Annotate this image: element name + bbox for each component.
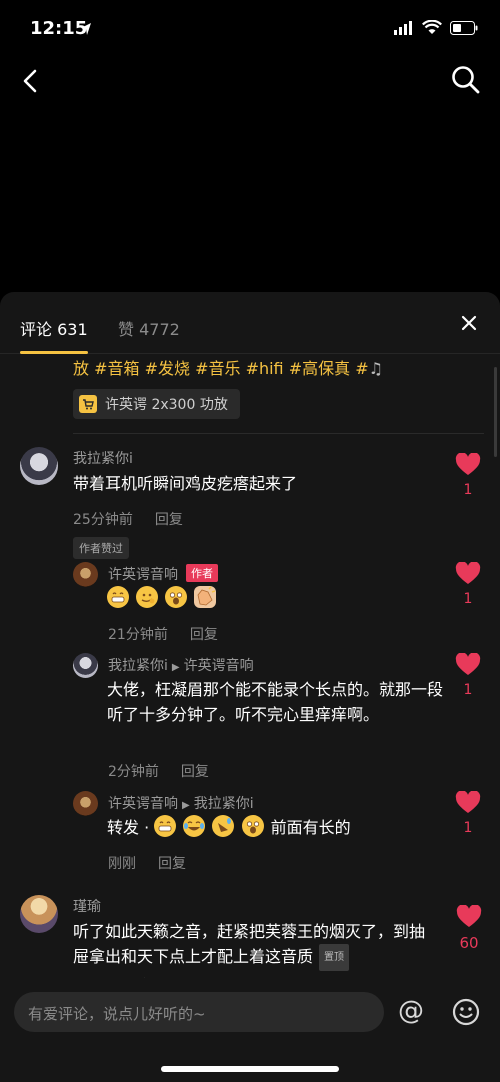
avatar[interactable] — [20, 447, 58, 485]
reply-time: 刚刚 — [108, 856, 136, 872]
tab-likes[interactable]: 赞 4772 — [118, 316, 180, 340]
cart-icon — [79, 395, 97, 413]
reply-button[interactable]: 回复 — [181, 764, 209, 780]
reply-meta: 2分钟前 回复 — [108, 761, 209, 781]
author-tag: 作者 — [186, 564, 218, 582]
tears-of-joy-emoji-icon — [183, 815, 206, 837]
reply-meta: 刚刚 回复 — [108, 853, 186, 873]
grin-emoji-icon — [154, 815, 177, 837]
reply-button[interactable]: 回复 — [190, 627, 218, 643]
comment-username[interactable]: 瑾瑜 — [73, 896, 101, 916]
heart-icon — [455, 790, 481, 813]
status-bar: 12:15 — [0, 0, 500, 58]
scrollbar[interactable] — [494, 367, 497, 457]
reply-emojis — [107, 586, 218, 611]
reply-text[interactable]: 转发 · 前面有长的 — [107, 815, 351, 840]
comment-text[interactable]: 听了如此天籁之音，赶紧把芙蓉王的烟灭了，到抽屉拿出和天下点上才配上着这音质 置顶 — [73, 919, 435, 971]
emoji-picker-icon[interactable] — [452, 998, 480, 1026]
heart-icon — [455, 652, 481, 675]
pinned-badge: 置顶 — [319, 944, 350, 971]
signal-icon — [394, 20, 412, 35]
comment-time: 25分钟前 — [73, 512, 133, 528]
shocked-emoji-icon — [165, 586, 188, 608]
like-count: 1 — [463, 482, 473, 498]
like-count: 1 — [463, 820, 473, 836]
like-count: 60 — [459, 934, 479, 952]
post-tags[interactable]: 放 #音箱 #发烧 #音乐 #hifi #高保真 #♫ — [73, 355, 383, 379]
reply-username[interactable]: 我拉紧你i ▶ 许英谔音响 — [108, 655, 254, 675]
like-button[interactable]: 1 — [454, 652, 482, 698]
reply-time: 21分钟前 — [108, 627, 168, 643]
rofl-emoji-icon — [212, 815, 235, 837]
like-button[interactable]: 1 — [454, 790, 482, 836]
like-button[interactable]: 1 — [454, 452, 482, 498]
music-note-icon: ♫ — [368, 359, 383, 378]
heart-icon — [456, 904, 482, 927]
comment-username[interactable]: 我拉紧你i — [73, 448, 133, 468]
divider — [73, 433, 484, 434]
back-icon[interactable] — [16, 66, 46, 96]
avatar[interactable] — [73, 791, 98, 816]
like-count: 1 — [463, 591, 473, 607]
battery-icon — [450, 20, 478, 35]
reply-arrow-icon: ▶ — [182, 800, 190, 811]
smirk-emoji-icon — [136, 586, 159, 608]
top-nav — [0, 58, 500, 104]
reply-button[interactable]: 回复 — [155, 512, 183, 528]
reply-meta: 21分钟前 回复 — [108, 624, 218, 644]
reply-username[interactable]: 许英谔音响 ▶ 我拉紧你i — [108, 793, 254, 813]
clap-emoji-icon — [194, 586, 217, 608]
comment-meta: 25分钟前 回复 — [73, 509, 183, 529]
avatar[interactable] — [73, 562, 98, 587]
wifi-icon — [422, 20, 442, 34]
status-icons — [394, 20, 478, 35]
location-icon — [81, 23, 91, 35]
tab-comments[interactable]: 评论 631 — [20, 316, 88, 340]
comment-panel: 评论 631 赞 4772 放 #音箱 #发烧 #音乐 #hifi #高保真 #… — [0, 292, 500, 1082]
product-label: 许英谔 2x300 功放 — [105, 397, 228, 413]
avatar[interactable] — [73, 653, 98, 678]
reply-time: 2分钟前 — [108, 764, 159, 780]
comment-text[interactable]: 带着耳机听瞬间鸡皮疙瘩起来了 — [73, 471, 297, 496]
status-time: 12:15 — [30, 18, 88, 39]
home-indicator[interactable] — [161, 1066, 339, 1072]
author-liked-badge: 作者赞过 — [73, 537, 129, 559]
grin-emoji-icon — [107, 586, 129, 608]
mention-button[interactable]: @ — [398, 996, 424, 1026]
shocked-emoji-icon — [241, 815, 264, 837]
product-link[interactable]: 许英谔 2x300 功放 — [73, 389, 240, 419]
comment-tabs: 评论 631 赞 4772 — [0, 292, 500, 354]
post-tags-text[interactable]: 放 #音箱 #发烧 #音乐 #hifi #高保真 # — [73, 359, 369, 378]
avatar[interactable] — [20, 895, 58, 933]
like-count: 1 — [463, 682, 473, 698]
active-tab-indicator — [20, 351, 88, 354]
comment-input[interactable]: 有爱评论，说点儿好听的~ — [14, 992, 384, 1032]
reply-username[interactable]: 许英谔音响 作者 — [108, 564, 218, 584]
heart-icon — [455, 561, 481, 584]
reply-button[interactable]: 回复 — [158, 856, 186, 872]
comment-list[interactable]: 放 #音箱 #发烧 #音乐 #hifi #高保真 #♫ 许英谔 2x300 功放… — [0, 355, 500, 984]
close-icon[interactable] — [460, 314, 478, 332]
heart-icon — [455, 452, 481, 475]
like-button[interactable]: 60 — [452, 904, 486, 952]
search-icon[interactable] — [450, 64, 482, 96]
reply-arrow-icon: ▶ — [171, 662, 180, 673]
like-button[interactable]: 1 — [454, 561, 482, 607]
reply-text[interactable]: 大佬，枉凝眉那个能不能录个长点的。就那一段听了十多分钟了。听不完心里痒痒啊。 — [107, 677, 447, 727]
